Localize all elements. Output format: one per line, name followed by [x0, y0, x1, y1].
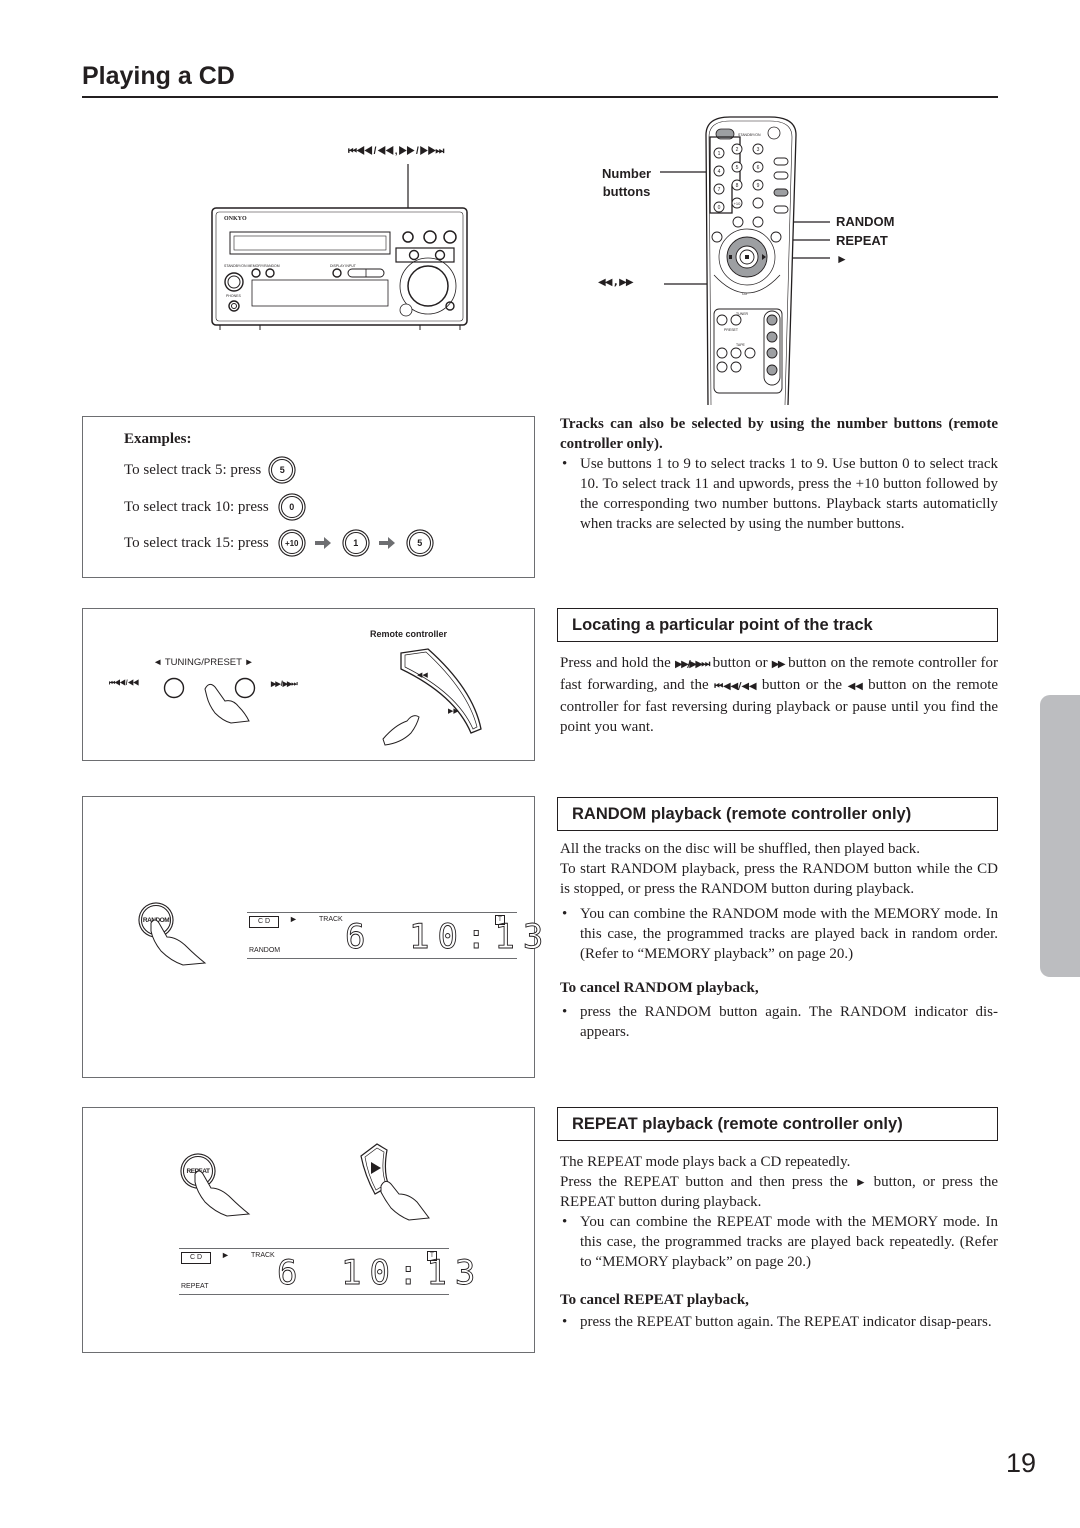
svg-text:2: 2 [736, 147, 739, 153]
cancel-repeat-heading: To cancel REPEAT playback, [560, 1292, 749, 1308]
examples-box: Examples: To select track 5: press 5 To … [82, 416, 535, 578]
page-number: 19 [1006, 1448, 1037, 1478]
example-text: To select track 10: press [124, 498, 269, 515]
arrow-right-icon [314, 537, 331, 549]
repeat-lcd-display: C D ► TRACK REPEAT 6 10:13 T [179, 1248, 476, 1295]
hand-pressing-icon [194, 1170, 251, 1217]
random-section-body: All the tracks on the disc will be shuff… [560, 839, 998, 1042]
number-5-button: 5 [408, 532, 431, 554]
svg-text:0: 0 [718, 205, 721, 211]
lcd-time: 10:13 [341, 1253, 484, 1293]
example-text: To select track 5: press [124, 461, 262, 478]
plus10-button: +10 [280, 532, 303, 554]
example-row: To select track 15: press +10 1 5 [124, 532, 431, 554]
ff-skip-icon: ▶▶/▶▶⏭ [674, 659, 710, 670]
example-text: To select track 15: press [124, 534, 269, 551]
lcd-track-label: TRACK [251, 1252, 275, 1259]
number-1-button: 1 [344, 532, 367, 554]
lcd-play-icon: ► [221, 1250, 230, 1260]
example-row: To select track 10: press 0 [124, 496, 303, 518]
locate-section-body: Press and hold the ▶▶/▶▶⏭ button or ▶▶ b… [560, 655, 999, 735]
skip-rew-icon: ⏮◀◀/◀◀ [714, 681, 758, 692]
svg-text:6: 6 [757, 165, 760, 171]
play-icon: ► [854, 1175, 867, 1189]
section-side-tab [1040, 695, 1080, 977]
svg-text:TAPE: TAPE [736, 343, 746, 347]
unit-figure: ⏮◀◀ / ◀◀ , ▶▶ / ▶▶⏭ ONKYO STANDBY/ON MEM… [200, 140, 490, 340]
repeat-section-body: The REPEAT mode plays back a CD repeated… [560, 1152, 998, 1332]
title-rule [82, 96, 998, 98]
svg-text:ONKYO: ONKYO [224, 216, 247, 222]
cancel-random-heading: To cancel RANDOM playback, [560, 980, 759, 996]
svg-text:1: 1 [718, 151, 721, 157]
remote-controller-illustration: STANDBY/ON 1 2 3 4 5 6 7 8 9 0 +10 CD TU… [660, 116, 830, 405]
svg-text:STANDBY/ON MEMORY/RANDOM: STANDBY/ON MEMORY/RANDOM [224, 264, 280, 268]
lcd-track-number: 6 [345, 917, 368, 957]
hand-pressing-icon [150, 919, 207, 966]
svg-text:STANDBY/ON: STANDBY/ON [738, 133, 761, 137]
svg-text:+10: +10 [734, 201, 742, 206]
number-buttons-bullet: Use buttons 1 to 9 to select tracks 1 to… [560, 454, 998, 534]
number-0-button: 0 [280, 496, 303, 518]
rew-icon: ◀◀ [847, 681, 865, 692]
number-5-button: 5 [271, 459, 294, 481]
examples-heading: Examples: [124, 431, 192, 447]
arrow-right-icon [378, 537, 395, 549]
svg-text:5: 5 [736, 165, 739, 171]
svg-text:PRESET: PRESET [724, 328, 739, 332]
svg-text:7: 7 [718, 187, 721, 193]
ff-icon: ▶▶ [771, 659, 786, 670]
locate-section-heading: Locating a particular point of the track [557, 608, 998, 642]
page-title: Playing a CD [82, 62, 235, 90]
svg-text:4: 4 [718, 169, 721, 175]
svg-text:◀◀: ◀◀ [417, 671, 428, 679]
svg-text:DISPLAY INPUT: DISPLAY INPUT [330, 264, 357, 268]
random-lcd-display: C D ► TRACK RANDOM 6 10:13 T [247, 912, 544, 959]
repeat-figure-box: REPEAT C D ► TRACK REPEAT 6 10:13 T [82, 1107, 535, 1353]
repeat-section-heading: REPEAT playback (remote controller only) [557, 1107, 998, 1141]
lcd-track-label: TRACK [319, 916, 343, 923]
remote-figure: Number buttons RANDOM REPEAT ► ◀◀ , ▶▶ S… [590, 115, 920, 405]
svg-text:9: 9 [757, 183, 760, 189]
locate-illustration: ◀◀ ▶▶ [163, 648, 482, 746]
number-buttons-heading: Tracks can also be selected by using the… [560, 416, 998, 452]
lcd-disc-icon: T [427, 1251, 437, 1261]
number-buttons-section: Tracks can also be selected by using the… [560, 414, 998, 534]
svg-text:8: 8 [736, 183, 739, 189]
svg-text:3: 3 [757, 147, 760, 153]
lcd-source: C D [249, 916, 279, 928]
lcd-play-icon: ► [289, 914, 298, 924]
example-row: To select track 5: press 5 [124, 459, 294, 481]
svg-text:▶▶: ▶▶ [448, 707, 459, 715]
locate-figure-box: Remote controller ◄ TUNING/PRESET ► ⏮◀◀ … [82, 608, 535, 761]
play-button-illustration [360, 1143, 430, 1221]
lcd-disc-icon: T [495, 915, 505, 925]
svg-text:PHONES: PHONES [226, 294, 241, 298]
cd-receiver-illustration: ONKYO STANDBY/ON MEMORY/RANDOM DISPLAY I… [211, 164, 468, 330]
svg-text:CD: CD [742, 292, 748, 296]
lcd-mode: REPEAT [181, 1283, 209, 1290]
lcd-mode: RANDOM [249, 947, 281, 954]
random-figure-box: RANDOM C D ► TRACK RANDOM 6 10:13 T [82, 796, 544, 1078]
lcd-track-number: 6 [277, 1253, 300, 1293]
lcd-source: C D [181, 1252, 211, 1264]
random-section-heading: RANDOM playback (remote controller only) [557, 797, 998, 831]
lcd-time: 10:13 [409, 917, 552, 957]
